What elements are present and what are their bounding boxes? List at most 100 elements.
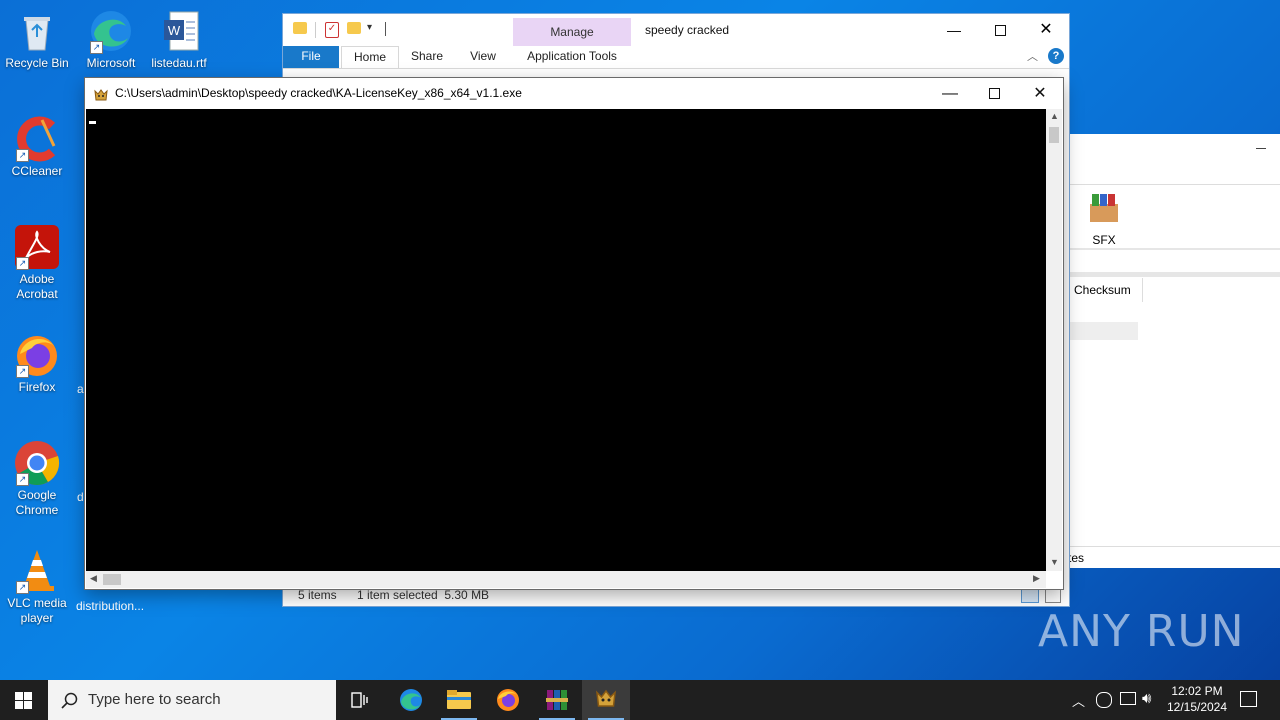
scroll-left-icon[interactable]: ◀ bbox=[90, 573, 97, 584]
distribution-label[interactable]: distribution... bbox=[76, 599, 144, 613]
scroll-up-icon[interactable]: ▲ bbox=[1050, 111, 1059, 121]
firefox-label: Firefox bbox=[18, 380, 56, 394]
console-window: C:\Users\admin\Desktop\speedy cracked\KA… bbox=[85, 78, 1063, 589]
search-box[interactable]: Type here to search bbox=[48, 680, 336, 720]
customize-quick-access-icon[interactable]: ▾ bbox=[367, 22, 372, 33]
firefox-icon: ↗ bbox=[14, 332, 60, 378]
start-button[interactable] bbox=[0, 680, 48, 720]
close-icon[interactable]: ✕ bbox=[1017, 78, 1063, 109]
minimize-icon[interactable]: — bbox=[931, 18, 977, 42]
recycle-bin-desktop-icon[interactable]: Recycle Bin bbox=[1, 8, 73, 71]
word-document-icon: W bbox=[156, 8, 202, 54]
ccleaner-icon: ↗ bbox=[14, 116, 60, 162]
collapse-ribbon-icon[interactable]: ︿ bbox=[1027, 48, 1038, 64]
maximize-icon[interactable] bbox=[971, 78, 1017, 109]
taskbar: Type here to search ︿ 🔊︎ 12:02 PM 12/15/… bbox=[0, 680, 1280, 720]
ccleaner-desktop-icon[interactable]: ↗ CCleaner bbox=[1, 116, 73, 179]
listedau-label: listedau.rtf bbox=[151, 56, 207, 70]
explorer-title: speedy cracked bbox=[645, 23, 730, 37]
ribbon-border bbox=[283, 68, 1069, 69]
taskbar-license-key-app[interactable] bbox=[582, 680, 630, 720]
scroll-thumb[interactable] bbox=[103, 574, 121, 585]
help-icon[interactable]: ? bbox=[1048, 48, 1064, 64]
new-folder-icon[interactable] bbox=[347, 22, 361, 34]
divider bbox=[1068, 272, 1280, 277]
clock[interactable]: 12:02 PM 12/15/2024 bbox=[1166, 684, 1228, 714]
taskbar-edge[interactable] bbox=[387, 680, 435, 720]
explorer-titlebar: ✓ ▾ Manage speedy cracked — ✕ bbox=[283, 14, 1069, 46]
network-icon[interactable] bbox=[1120, 692, 1136, 705]
tab-file[interactable]: File bbox=[283, 46, 339, 68]
google-chrome-desktop-icon[interactable]: ↗ Google Chrome bbox=[1, 440, 73, 518]
minimize-icon[interactable] bbox=[1256, 148, 1266, 149]
windows-icon bbox=[15, 692, 32, 709]
taskbar-file-explorer[interactable] bbox=[435, 680, 483, 720]
vlc-desktop-icon[interactable]: ↗ VLC media player bbox=[1, 548, 73, 626]
winrar-icon bbox=[546, 690, 568, 710]
search-placeholder: Type here to search bbox=[88, 691, 221, 708]
taskbar-winrar[interactable] bbox=[533, 680, 581, 720]
adobe-acrobat-desktop-icon[interactable]: ↗ Adobe Acrobat bbox=[1, 224, 73, 302]
large-icons-view-icon[interactable] bbox=[1045, 587, 1061, 603]
notifications-icon[interactable] bbox=[1240, 691, 1257, 707]
scroll-right-icon[interactable]: ▶ bbox=[1033, 573, 1040, 584]
partial-desktop-label-2: d bbox=[77, 490, 84, 504]
ribbon-tabs: File Home Share View Application Tools ︿… bbox=[283, 46, 1069, 69]
edge-icon bbox=[400, 689, 422, 711]
vlc-label: VLC media player bbox=[7, 596, 67, 625]
volume-icon[interactable]: 🔊︎ bbox=[1142, 690, 1151, 707]
listedau-desktop-icon[interactable]: W listedau.rtf bbox=[143, 8, 215, 71]
google-chrome-label: Google Chrome bbox=[15, 488, 59, 517]
firefox-desktop-icon[interactable]: ↗ Firefox bbox=[1, 332, 73, 395]
selected-row[interactable] bbox=[1068, 322, 1138, 340]
close-icon[interactable]: ✕ bbox=[1023, 18, 1069, 42]
sfx-button[interactable]: SFX bbox=[1086, 190, 1122, 247]
properties-icon[interactable]: ✓ bbox=[325, 22, 339, 38]
sfx-icon bbox=[1090, 194, 1118, 222]
scroll-down-icon[interactable]: ▼ bbox=[1050, 557, 1059, 567]
horizontal-scrollbar[interactable]: ◀ ▶ bbox=[86, 571, 1046, 588]
app-icon bbox=[596, 689, 616, 707]
sync-icon[interactable] bbox=[1096, 692, 1112, 708]
chrome-icon: ↗ bbox=[14, 440, 60, 486]
recycle-bin-icon bbox=[14, 8, 60, 54]
scroll-thumb[interactable] bbox=[1049, 127, 1059, 143]
console-output[interactable] bbox=[86, 109, 1046, 571]
task-view-button[interactable] bbox=[336, 680, 384, 720]
details-view-icon[interactable] bbox=[1021, 587, 1039, 603]
winrar-status-text: tes bbox=[1068, 551, 1085, 565]
tab-application-tools[interactable]: Application Tools bbox=[513, 46, 631, 68]
minimize-icon[interactable]: — bbox=[927, 78, 973, 109]
task-view-icon bbox=[351, 692, 368, 708]
partial-desktop-label: a bbox=[77, 382, 84, 396]
adobe-acrobat-icon: ↗ bbox=[14, 224, 60, 270]
checksum-column-header[interactable]: Checksum bbox=[1068, 278, 1143, 302]
vertical-scrollbar[interactable]: ▲ ▼ bbox=[1046, 109, 1062, 571]
anyrun-watermark: ANY RUN bbox=[1038, 606, 1245, 657]
taskbar-firefox[interactable] bbox=[484, 680, 532, 720]
tab-manage[interactable]: Manage bbox=[513, 18, 631, 46]
maximize-icon[interactable] bbox=[977, 18, 1023, 42]
folder-icon bbox=[447, 690, 471, 709]
search-icon bbox=[61, 692, 78, 709]
tab-view[interactable]: View bbox=[457, 46, 509, 68]
recycle-bin-label: Recycle Bin bbox=[5, 56, 69, 70]
svg-text:W: W bbox=[168, 23, 181, 38]
console-title: C:\Users\admin\Desktop\speedy cracked\KA… bbox=[115, 86, 522, 100]
vlc-cone-icon: ↗ bbox=[14, 548, 60, 594]
firefox-icon bbox=[497, 689, 519, 711]
text-cursor bbox=[89, 121, 96, 124]
ccleaner-label: CCleaner bbox=[11, 164, 63, 178]
console-titlebar: C:\Users\admin\Desktop\speedy cracked\KA… bbox=[85, 78, 1063, 109]
edge-desktop-icon[interactable]: ↗ Microsoft Edge bbox=[75, 8, 147, 71]
time: 12:02 PM bbox=[1171, 684, 1223, 698]
winrar-titlebar bbox=[1068, 134, 1280, 185]
folder-icon bbox=[293, 22, 307, 34]
tab-home[interactable]: Home bbox=[341, 46, 399, 69]
edge-label: Microsoft Edge bbox=[86, 56, 136, 70]
divider bbox=[1068, 248, 1280, 250]
divider bbox=[385, 22, 386, 36]
winrar-statusbar: tes bbox=[1068, 546, 1280, 569]
show-hidden-icons-chevron-icon[interactable]: ︿ bbox=[1072, 691, 1085, 710]
tab-share[interactable]: Share bbox=[401, 46, 453, 68]
